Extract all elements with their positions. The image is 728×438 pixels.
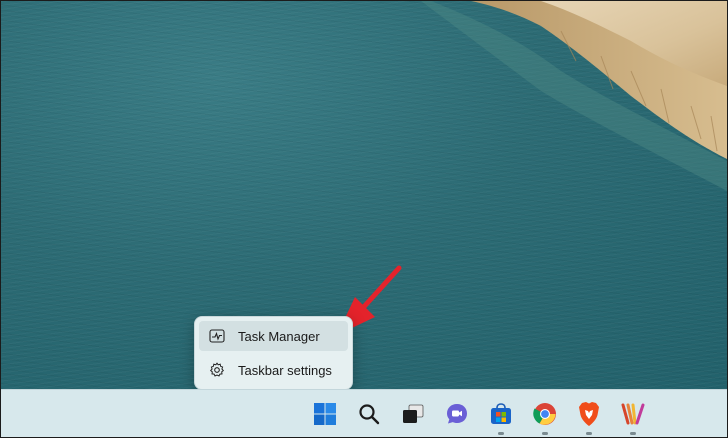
running-indicator [542,432,548,435]
windows-start-icon[interactable] [309,398,341,430]
task-view-icon[interactable] [397,398,429,430]
brave-icon[interactable] [573,398,605,435]
running-indicator [498,432,504,435]
chrome-icon[interactable] [529,398,561,435]
gear-icon [209,362,225,378]
pinned-app-icon[interactable] [617,398,649,435]
menu-item-task-manager[interactable]: Task Manager [199,321,348,351]
menu-item-label: Task Manager [238,328,320,344]
running-indicator [630,432,636,435]
search-icon[interactable] [353,398,385,430]
microsoft-store-icon[interactable] [485,398,517,435]
menu-item-label: Taskbar settings [238,362,332,378]
taskbar-context-menu: Task Manager Taskbar settings [194,316,353,390]
task-manager-icon [209,328,225,344]
menu-item-taskbar-settings[interactable]: Taskbar settings [199,355,348,385]
running-indicator [586,432,592,435]
taskbar [1,389,727,437]
teams-chat-icon[interactable] [441,398,473,430]
desktop-screen: Task Manager Taskbar settings [0,0,728,438]
